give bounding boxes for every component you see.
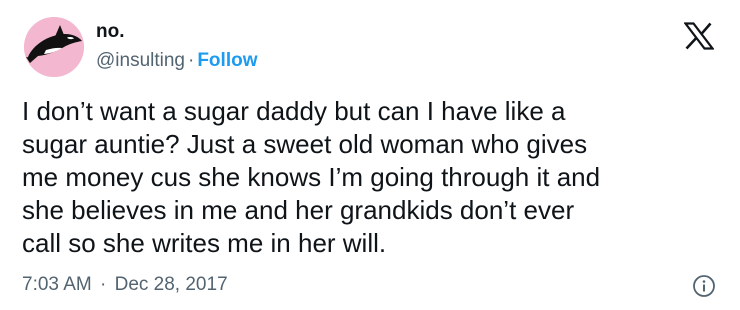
user-info: no. @insulting · Follow	[96, 20, 257, 73]
handle-row: @insulting · Follow	[96, 49, 257, 73]
tweet-time[interactable]: 7:03 AM	[22, 274, 92, 295]
tweet-text: I don’t want a sugar daddy but can I hav…	[22, 96, 601, 258]
display-name[interactable]: no.	[96, 20, 257, 44]
handle-separator: ·	[188, 50, 195, 71]
orca-avatar-icon[interactable]	[24, 17, 84, 77]
user-handle[interactable]: @insulting	[96, 50, 185, 71]
info-icon[interactable]	[692, 274, 716, 298]
x-logo-icon[interactable]	[683, 22, 715, 50]
meta-separator: ·	[100, 274, 107, 295]
x-logo-graphic	[683, 22, 715, 50]
tweet-embed-card: no. @insulting · Follow I don’t want a sug…	[0, 0, 740, 310]
follow-button[interactable]: Follow	[197, 50, 257, 71]
orca-avatar-graphic	[24, 17, 84, 77]
tweet-meta: 7:03 AM · Dec 28, 2017	[22, 273, 228, 297]
info-icon-graphic	[693, 275, 715, 297]
tweet-date[interactable]: Dec 28, 2017	[115, 274, 228, 295]
